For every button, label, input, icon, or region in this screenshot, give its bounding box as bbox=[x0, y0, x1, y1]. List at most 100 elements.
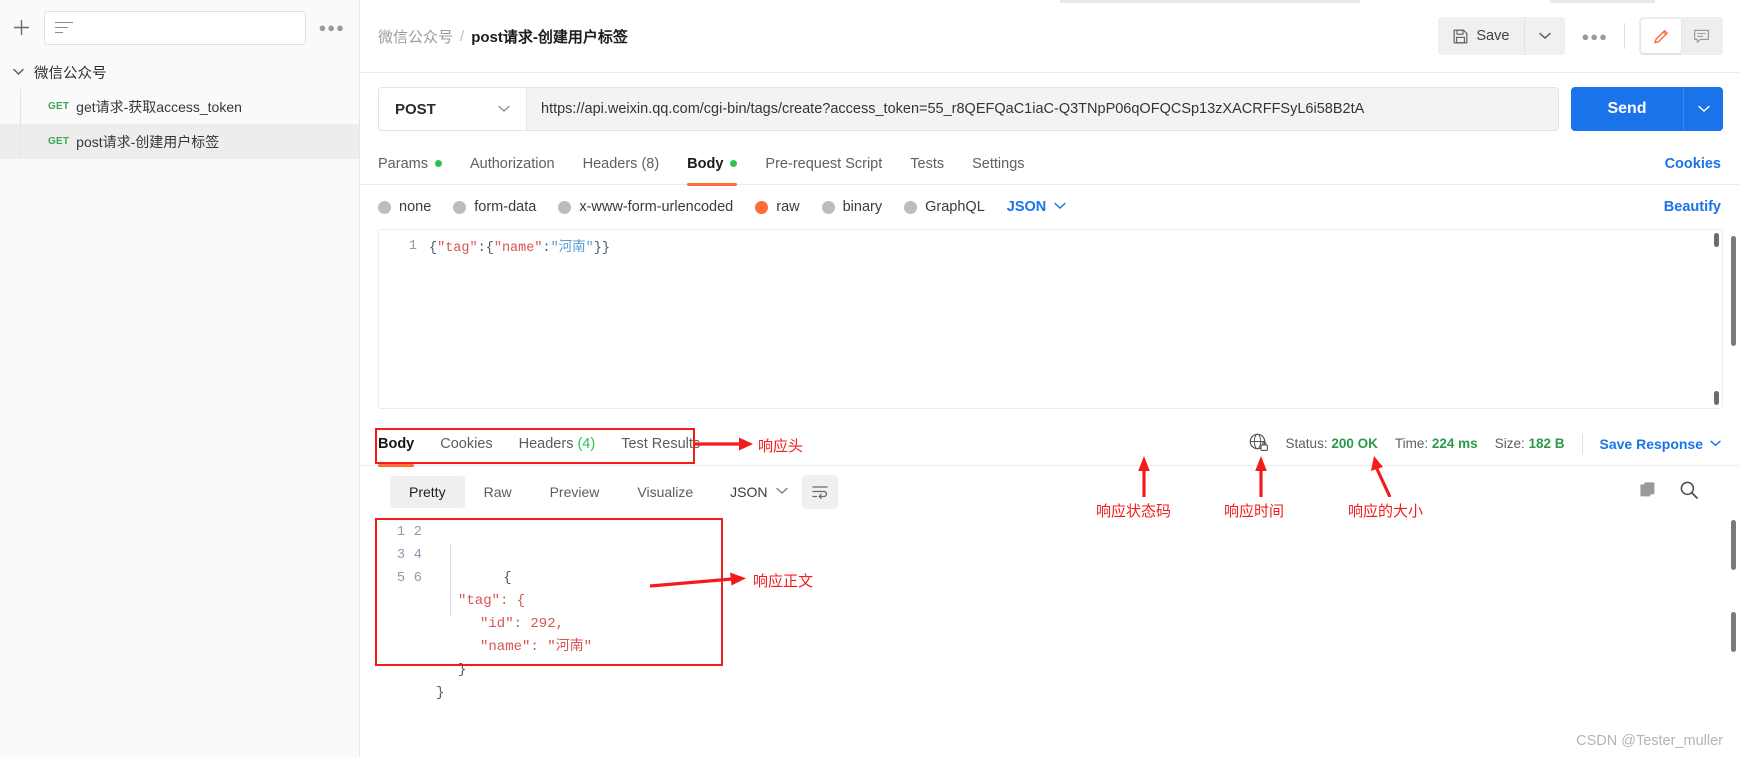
postman-window: ●●● 微信公众号 GET get请求-获取access_token GET p… bbox=[0, 0, 1739, 757]
floppy-disk-icon bbox=[1453, 29, 1468, 44]
body-type-form-data[interactable]: form-data bbox=[453, 199, 536, 215]
response-body-viewer[interactable]: 1 2 3 4 5 6 { "tag": { "id": 292, "name"… bbox=[360, 509, 1739, 728]
response-utility-icons bbox=[1638, 480, 1721, 505]
send-dropdown-button[interactable] bbox=[1683, 87, 1723, 131]
cookies-link[interactable]: Cookies bbox=[1665, 156, 1721, 172]
response-line-6: } bbox=[436, 685, 445, 701]
body-type-graphql[interactable]: GraphQL bbox=[904, 199, 985, 215]
new-request-button[interactable] bbox=[6, 13, 36, 43]
body-type-row: none form-data x-www-form-urlencoded raw… bbox=[360, 185, 1739, 229]
response-view-raw[interactable]: Raw bbox=[465, 476, 531, 508]
response-view-preview[interactable]: Preview bbox=[531, 476, 619, 508]
body-type-none[interactable]: none bbox=[378, 199, 431, 215]
status-code: Status: 200 OK bbox=[1286, 436, 1378, 451]
request-list: GET get请求-获取access_token GET post请求-创建用户… bbox=[0, 89, 359, 159]
save-response-button[interactable]: Save Response bbox=[1600, 436, 1722, 452]
body-type-urlencoded[interactable]: x-www-form-urlencoded bbox=[558, 199, 733, 215]
response-view-visualize[interactable]: Visualize bbox=[618, 476, 712, 508]
save-button[interactable]: Save bbox=[1438, 17, 1526, 55]
body-type-binary[interactable]: binary bbox=[821, 199, 882, 215]
token-close-braces: }} bbox=[593, 241, 610, 256]
chevron-down-icon bbox=[498, 102, 510, 116]
tab-label: Headers bbox=[518, 435, 574, 452]
response-tab-headers[interactable]: Headers (4) bbox=[519, 422, 596, 466]
page-scrollbar-middle[interactable] bbox=[1731, 520, 1736, 570]
radio-label: x-www-form-urlencoded bbox=[579, 199, 734, 215]
response-line-1: { bbox=[503, 570, 512, 586]
header-more-menu-icon[interactable]: ●●● bbox=[1565, 29, 1624, 44]
response-tab-body[interactable]: Body bbox=[378, 422, 415, 467]
beautify-button[interactable]: Beautify bbox=[1664, 199, 1721, 215]
response-tabs: Body Cookies Headers (4) Test Results bbox=[378, 422, 700, 467]
comment-icon[interactable] bbox=[1681, 19, 1721, 53]
response-tab-test-results[interactable]: Test Results bbox=[621, 422, 700, 466]
tab-authorization[interactable]: Authorization bbox=[470, 143, 555, 185]
tab-label: Authorization bbox=[469, 155, 555, 172]
collection-row[interactable]: 微信公众号 bbox=[0, 55, 359, 89]
http-method-select[interactable]: POST bbox=[379, 88, 527, 130]
radio-label: raw bbox=[776, 199, 800, 215]
request-body-editor[interactable]: 1 {"tag":{"name":"河南"}} bbox=[378, 229, 1723, 409]
pencil-icon[interactable] bbox=[1641, 19, 1681, 53]
view-toggle-group bbox=[1639, 17, 1723, 55]
send-button[interactable]: Send bbox=[1571, 87, 1683, 131]
breadcrumb-collection[interactable]: 微信公众号 bbox=[378, 26, 453, 47]
url-input[interactable]: https://api.weixin.qq.com/cgi-bin/tags/c… bbox=[527, 88, 1558, 130]
list-item[interactable]: GET get请求-获取access_token bbox=[0, 89, 359, 124]
status-value: 200 OK bbox=[1331, 436, 1378, 451]
watermark: CSDN @Tester_muller bbox=[1576, 733, 1723, 749]
tab-params[interactable]: Params bbox=[378, 143, 442, 185]
page-title: post请求-创建用户标签 bbox=[471, 28, 628, 46]
globe-lock-icon[interactable] bbox=[1248, 432, 1269, 456]
list-item[interactable]: GET post请求-创建用户标签 bbox=[0, 124, 359, 159]
response-view-tabs: Pretty Raw Preview Visualize JSON bbox=[360, 466, 1739, 509]
token-open-brace-2: { bbox=[485, 241, 494, 256]
response-status-bar: Status: 200 OK Time: 224 ms Size: 182 B … bbox=[1248, 432, 1721, 456]
radio-icon bbox=[755, 200, 769, 214]
response-tab-cookies[interactable]: Cookies bbox=[440, 422, 492, 466]
response-format-select[interactable]: JSON bbox=[730, 484, 788, 500]
tab-label: Body bbox=[687, 155, 724, 172]
sidebar-more-menu-icon[interactable]: ●●● bbox=[314, 20, 349, 35]
response-line-4: "name": "河南" bbox=[480, 639, 593, 655]
editor-content[interactable]: {"tag":{"name":"河南"}} bbox=[429, 230, 1722, 408]
radio-label: form-data bbox=[474, 199, 537, 215]
sidebar: ●●● 微信公众号 GET get请求-获取access_token GET p… bbox=[0, 0, 360, 757]
page-scrollbar-bottom[interactable] bbox=[1731, 612, 1736, 652]
editor-scrollbar[interactable] bbox=[1710, 231, 1721, 407]
tab-headers[interactable]: Headers (8) bbox=[583, 143, 660, 185]
time-value: 224 ms bbox=[1431, 436, 1478, 451]
tab-label: Pre-request Script bbox=[765, 155, 883, 172]
copy-icon[interactable] bbox=[1638, 480, 1657, 504]
indent-guide bbox=[450, 545, 451, 615]
tab-label: Settings bbox=[972, 155, 1025, 172]
sidebar-filter-input[interactable] bbox=[44, 10, 307, 45]
list-item-label: post请求-创建用户标签 bbox=[76, 133, 220, 150]
line-number: 5 bbox=[396, 570, 406, 586]
tab-body[interactable]: Body bbox=[687, 143, 738, 186]
body-format-value: JSON bbox=[1006, 199, 1047, 215]
search-icon[interactable] bbox=[1679, 480, 1699, 505]
main-panel: 微信公众号 / post请求-创建用户标签 Save ●●● POST http… bbox=[360, 0, 1739, 757]
tab-settings[interactable]: Settings bbox=[972, 143, 1024, 185]
wrap-lines-icon[interactable] bbox=[801, 475, 838, 509]
radio-icon bbox=[453, 200, 467, 214]
response-line-numbers: 1 2 3 4 5 6 bbox=[390, 521, 436, 728]
chevron-down-icon bbox=[1054, 201, 1066, 213]
line-number: 1 bbox=[396, 524, 406, 540]
chevron-down-icon bbox=[1710, 438, 1721, 450]
tab-pre-request-script[interactable]: Pre-request Script bbox=[765, 143, 882, 185]
sidebar-toolbar: ●●● bbox=[0, 0, 359, 55]
chevron-down-icon bbox=[8, 68, 28, 76]
response-view-pretty[interactable]: Pretty bbox=[390, 476, 465, 508]
tab-strip-stub-left bbox=[1060, 0, 1360, 3]
body-type-raw[interactable]: raw bbox=[755, 199, 800, 215]
save-dropdown-button[interactable] bbox=[1525, 17, 1566, 55]
response-format-value: JSON bbox=[730, 484, 768, 500]
collection-name: 微信公众号 bbox=[34, 65, 107, 82]
body-format-select[interactable]: JSON bbox=[1007, 199, 1067, 215]
page-scrollbar-top[interactable] bbox=[1731, 236, 1736, 346]
radio-icon bbox=[821, 200, 835, 214]
tab-tests[interactable]: Tests bbox=[910, 143, 944, 185]
response-line-2: "tag": { bbox=[458, 593, 526, 609]
